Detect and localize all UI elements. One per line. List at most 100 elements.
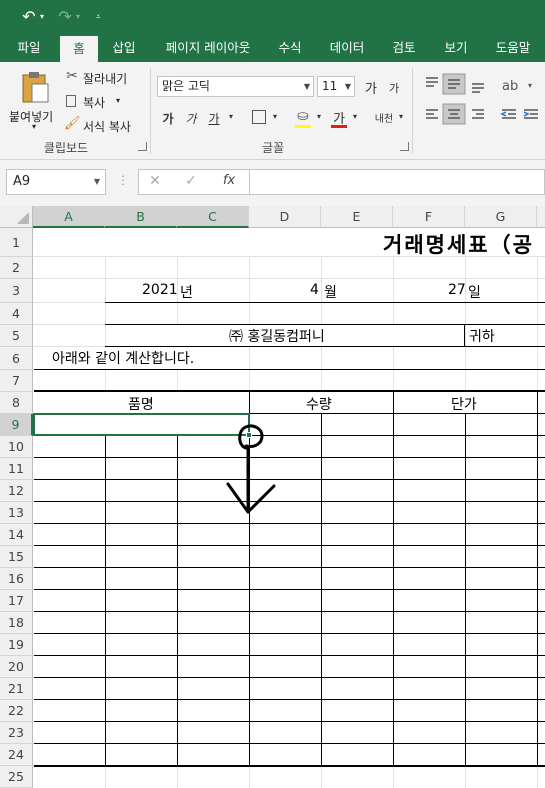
increase-indent-icon	[523, 109, 538, 119]
border-line	[34, 457, 545, 458]
row-header-3[interactable]: 3	[0, 279, 33, 303]
phonetic-dropdown-icon[interactable]: ▾	[396, 112, 406, 121]
row-header-1[interactable]: 1	[0, 228, 33, 257]
row-header-17[interactable]: 17	[0, 590, 33, 612]
format-painter-button[interactable]: 🖌 서식 복사	[64, 116, 144, 136]
tab-file[interactable]: 파일	[8, 34, 50, 62]
clipboard-launcher-icon[interactable]	[138, 142, 147, 151]
name-box[interactable]: A9 ▼	[6, 169, 106, 195]
row-header-25[interactable]: 25	[0, 766, 33, 788]
border-dropdown-icon[interactable]: ▾	[270, 112, 280, 121]
row-header-13[interactable]: 13	[0, 502, 33, 524]
row-header-18[interactable]: 18	[0, 612, 33, 634]
cut-button[interactable]: ✂ 잘라내기	[64, 68, 144, 88]
decrease-font-icon[interactable]: 가	[386, 80, 402, 96]
border-line	[464, 325, 465, 346]
row-header-7[interactable]: 7	[0, 370, 33, 392]
column-header-f[interactable]: F	[393, 206, 465, 228]
copy-icon	[66, 95, 76, 107]
border-line	[34, 589, 545, 590]
column-header-c[interactable]: C	[177, 206, 249, 228]
border-line	[34, 743, 545, 744]
select-all-corner[interactable]	[0, 206, 33, 228]
column-header-d[interactable]: D	[249, 206, 321, 228]
underline-button[interactable]: 가	[206, 110, 222, 127]
underline-dropdown-icon[interactable]: ▾	[226, 112, 236, 121]
column-header-e[interactable]: E	[321, 206, 393, 228]
font-size-select[interactable]: 11 ▼	[317, 76, 355, 97]
increase-font-icon[interactable]: 가	[362, 78, 380, 97]
group-separator	[150, 68, 151, 154]
row-header-4[interactable]: 4	[0, 303, 33, 325]
font-size-value: 11	[322, 79, 338, 93]
tab-formulas[interactable]: 수식	[270, 34, 310, 62]
border-line	[34, 677, 545, 678]
italic-button[interactable]: 가	[183, 110, 199, 127]
row-header-9[interactable]: 9	[0, 414, 33, 436]
fill-color-dropdown-icon[interactable]: ▾	[314, 112, 324, 121]
border-line	[34, 699, 545, 700]
bold-button[interactable]: 가	[160, 110, 176, 127]
border-line	[34, 501, 545, 502]
font-color-dropdown-icon[interactable]: ▾	[350, 112, 360, 121]
undo-icon[interactable]: ↶	[20, 6, 38, 28]
cancel-icon[interactable]: ✕	[147, 173, 163, 189]
row-header-15[interactable]: 15	[0, 546, 33, 568]
row-header-5[interactable]: 5	[0, 325, 33, 347]
selected-cell[interactable]	[33, 413, 250, 436]
border-line	[34, 545, 545, 546]
row-header-12[interactable]: 12	[0, 480, 33, 502]
paste-button[interactable]: 붙여넣기 ▾	[6, 66, 60, 136]
row-header-11[interactable]: 11	[0, 458, 33, 480]
phonetic-guide-button[interactable]: 내천	[372, 110, 396, 125]
scissors-icon: ✂	[66, 68, 78, 84]
font-launcher-icon[interactable]	[400, 142, 409, 151]
column-header-h[interactable]	[537, 206, 545, 228]
row-header-14[interactable]: 14	[0, 524, 33, 546]
tab-home[interactable]: 홈	[60, 36, 98, 62]
insert-function-icon[interactable]: fx	[219, 173, 239, 188]
redo-dropdown-icon[interactable]: ▾	[76, 10, 84, 24]
tab-help[interactable]: 도움말	[488, 34, 538, 62]
row-header-20[interactable]: 20	[0, 656, 33, 678]
day-value: 27	[448, 282, 466, 298]
tab-data[interactable]: 데이터	[322, 34, 372, 62]
copy-button[interactable]: 복사 ▾	[64, 92, 144, 112]
row-header-21[interactable]: 21	[0, 678, 33, 700]
column-header-a[interactable]: A	[33, 206, 105, 228]
paste-dropdown-icon: ▾	[32, 122, 37, 131]
border-icon[interactable]	[252, 110, 266, 124]
row-header-19[interactable]: 19	[0, 634, 33, 656]
enter-icon[interactable]: ✓	[183, 173, 199, 189]
tab-view[interactable]: 보기	[436, 34, 476, 62]
formula-input[interactable]	[250, 169, 545, 195]
row-header-22[interactable]: 22	[0, 700, 33, 722]
customize-qat-icon[interactable]: ⩡	[96, 10, 104, 24]
tab-page-layout[interactable]: 페이지 레이아웃	[156, 34, 260, 62]
row-header-23[interactable]: 23	[0, 722, 33, 744]
row-header-6[interactable]: 6	[0, 347, 33, 370]
chevron-down-icon: ▼	[93, 177, 100, 186]
undo-dropdown-icon[interactable]: ▾	[40, 10, 48, 24]
note-text: 아래와 같이 계산합니다.	[52, 351, 195, 367]
splitter-icon[interactable]: ⋮	[117, 173, 129, 187]
border-line	[465, 414, 466, 766]
row-header-24[interactable]: 24	[0, 744, 33, 766]
row-header-10[interactable]: 10	[0, 436, 33, 458]
align-bottom-icon	[472, 83, 484, 93]
row-header-16[interactable]: 16	[0, 568, 33, 590]
column-header-b[interactable]: B	[105, 206, 177, 228]
font-group-label: 글꼴	[261, 141, 285, 155]
border-line	[34, 479, 545, 480]
border-line	[105, 436, 106, 766]
align-right-icon	[472, 109, 484, 119]
row-header-2[interactable]: 2	[0, 257, 33, 279]
tab-review[interactable]: 검토	[384, 34, 424, 62]
month-value: 4	[310, 282, 319, 298]
font-name-select[interactable]: 맑은 고딕 ▼	[157, 76, 314, 97]
column-header-g[interactable]: G	[465, 206, 537, 228]
redo-icon[interactable]: ↷	[56, 6, 74, 28]
fill-color-icon[interactable]: ⛀	[294, 108, 312, 124]
tab-insert[interactable]: 삽입	[104, 34, 144, 62]
row-header-8[interactable]: 8	[0, 392, 33, 414]
